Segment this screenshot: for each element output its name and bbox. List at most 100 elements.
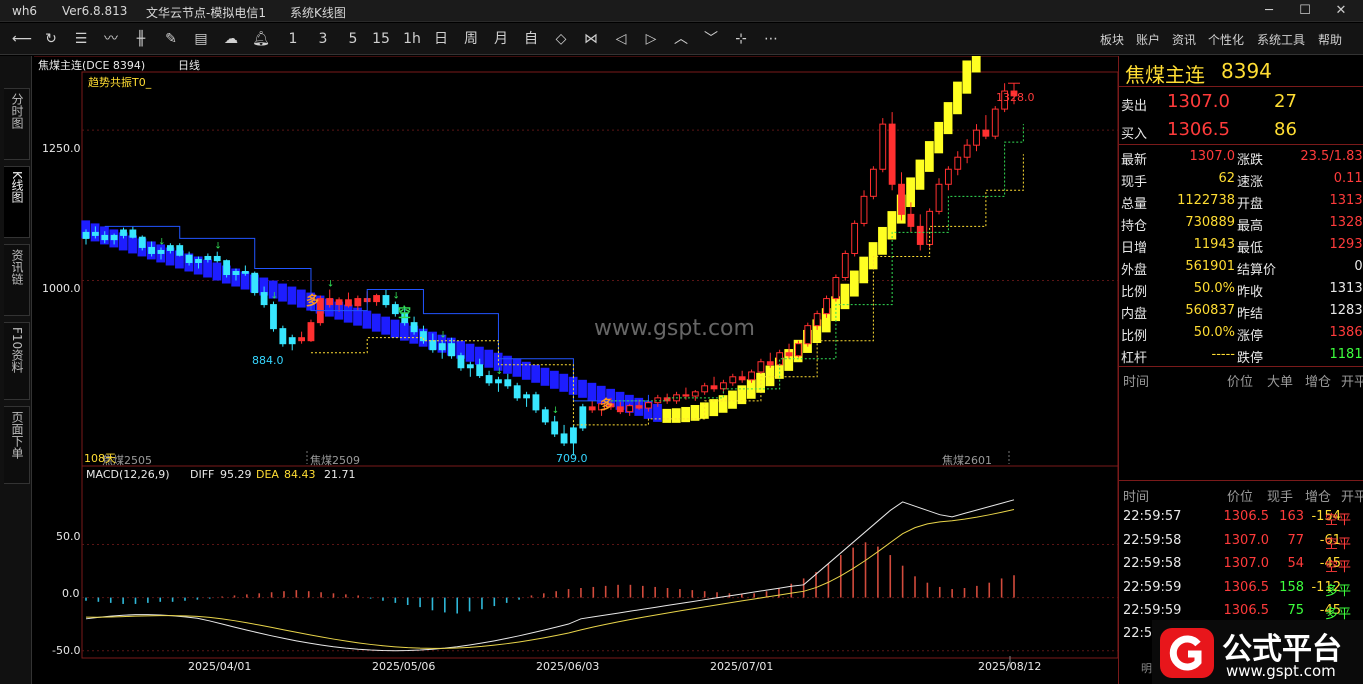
macd-tick-50: 50.0: [56, 530, 81, 543]
minimize-button[interactable]: ─: [1252, 0, 1286, 22]
tick-volume: 75: [1287, 603, 1304, 618]
bars-count: 108天: [84, 452, 116, 465]
tick-row[interactable]: 22:59:58 1307.0 54 -45 空平: [1119, 553, 1363, 575]
logo-url: www.gspt.com: [1226, 662, 1336, 680]
candle-body: [729, 376, 737, 384]
bell-icon[interactable]: 🔔︎: [252, 29, 270, 49]
tab-order-label: 页面下单: [10, 411, 24, 459]
candle-body: [813, 313, 821, 327]
menu-help[interactable]: 帮助: [1318, 31, 1342, 48]
date-tick-0401: 2025/04/01: [188, 660, 252, 673]
refresh-icon[interactable]: ↻: [42, 29, 60, 49]
table-icon[interactable]: ▤: [192, 29, 210, 49]
down-arrow-marker: ↓: [158, 237, 166, 247]
back-icon[interactable]: ⟵: [12, 29, 32, 49]
quote-label: 跌停: [1237, 351, 1264, 366]
quote-label: 内盘: [1121, 307, 1148, 322]
candle-body: [204, 255, 212, 260]
menu-news[interactable]: 资讯: [1172, 31, 1196, 48]
quote-row: 现手 62速涨 0.11%: [1119, 168, 1363, 190]
left-icon[interactable]: ◁: [612, 29, 630, 49]
maximize-button[interactable]: ☐: [1288, 0, 1322, 22]
period-day[interactable]: 日: [432, 29, 450, 49]
tick-row[interactable]: 22:59:57 1306.5 163 -154 空平: [1119, 506, 1363, 528]
candle-body: [438, 343, 446, 351]
bid-row[interactable]: 买入 1306.5 86: [1119, 118, 1363, 144]
quote-label: 外盘: [1121, 263, 1148, 278]
quote-label: 最低: [1237, 241, 1264, 256]
period-5[interactable]: 5: [344, 29, 362, 49]
trend-band-block: [512, 358, 522, 377]
tab-news[interactable]: 资讯链: [4, 244, 30, 316]
candle-body: [110, 234, 118, 241]
quote-label: 昨结: [1237, 307, 1264, 322]
tick-row[interactable]: 22:59:59 1306.5 75 -45 多平: [1119, 600, 1363, 622]
tab-f10-label: F10资料: [10, 327, 24, 374]
cursor-icon[interactable]: ⊹: [732, 29, 750, 49]
zoom-out-icon[interactable]: ⋈: [582, 29, 600, 49]
menu-personalize[interactable]: 个性化: [1208, 31, 1244, 48]
tab-f10[interactable]: F10资料: [4, 322, 30, 400]
line-chart-icon[interactable]: 〰: [102, 29, 120, 49]
quote-value: 50.0%: [1193, 281, 1235, 296]
tick-row[interactable]: 22:59:59 1306.5 158 -112 多平: [1119, 577, 1363, 599]
zoom-in-icon[interactable]: ◇: [552, 29, 570, 49]
candle-body: [973, 129, 980, 146]
kline-icon[interactable]: ╫: [132, 29, 150, 49]
chart-symbol: 焦煤主连(DCE 8394): [38, 59, 146, 72]
macd-dea-value: 84.43: [284, 468, 316, 481]
chart-period-select[interactable]: 日线: [178, 57, 200, 73]
tick-h1-bigorder: 大单: [1267, 375, 1294, 390]
trend-band-block: [915, 159, 925, 190]
cloud-icon[interactable]: ☁: [222, 29, 240, 49]
tick-row[interactable]: 22:59:58 1307.0 77 -61 空平: [1119, 530, 1363, 552]
tick-type: 空平: [1325, 560, 1352, 575]
tick-time: 22:59:58: [1123, 556, 1182, 571]
trend-band-block: [540, 367, 550, 386]
quote-label: 比例: [1121, 285, 1148, 300]
period-1[interactable]: 1: [284, 29, 302, 49]
app-name: wh6: [12, 4, 38, 18]
draw-icon[interactable]: ✎: [162, 29, 180, 49]
more-icon[interactable]: ⋯: [762, 29, 780, 49]
quote-value: 1386.0: [1329, 325, 1363, 340]
tab-ming[interactable]: 明: [1141, 660, 1152, 676]
chart-canvas[interactable]: ↓ ↓ ↓ ↓ ↓ ↓ ↓ ↓: [34, 56, 1118, 684]
menu-tools[interactable]: 系统工具: [1257, 31, 1305, 48]
price-tick-1000: 1000.0: [42, 282, 81, 295]
up-icon[interactable]: ︿: [672, 29, 690, 49]
signal-long-2: 多: [600, 398, 614, 413]
period-15[interactable]: 15: [372, 29, 390, 49]
tab-kline[interactable]: K线图: [4, 166, 30, 238]
list-icon[interactable]: ☰: [72, 29, 90, 49]
candle-body: [382, 295, 390, 306]
ask-row[interactable]: 卖出 1307.0 27: [1119, 90, 1363, 116]
signal-long-1: 多: [306, 294, 320, 309]
bid-volume: 86: [1274, 119, 1297, 140]
kline-chart[interactable]: ↓ ↓ ↓ ↓ ↓ ↓ ↓ ↓ 焦煤主连(DCE 8394) 日线 趋势共振T0_ 1250.…: [34, 56, 1118, 684]
macd-name[interactable]: MACD(12,26,9): [86, 468, 170, 481]
module-name: 系统K线图: [290, 6, 346, 20]
menu-account[interactable]: 账户: [1136, 31, 1160, 48]
tab-timeshare[interactable]: 分时图: [4, 88, 30, 160]
high-annotation: 1328.0: [996, 91, 1035, 104]
candle-body: [963, 144, 971, 158]
indicator-name[interactable]: 趋势共振T0_: [88, 74, 151, 90]
menu-sector[interactable]: 板块: [1100, 31, 1124, 48]
period-1h[interactable]: 1h: [403, 29, 421, 49]
period-month[interactable]: 月: [492, 29, 510, 49]
tick-h2-vol: 现手: [1267, 490, 1294, 505]
down-icon[interactable]: ﹀: [702, 29, 720, 49]
period-week[interactable]: 周: [462, 29, 480, 49]
price-tick-1250: 1250.0: [42, 142, 81, 155]
close-button[interactable]: ✕: [1324, 0, 1358, 22]
tick-h1-time: 时间: [1123, 375, 1150, 390]
period-3[interactable]: 3: [314, 29, 332, 49]
tab-order[interactable]: 页面下单: [4, 406, 30, 484]
candle-body: [645, 402, 652, 409]
candle-body: [682, 394, 690, 397]
candle-body: [570, 427, 577, 444]
period-custom[interactable]: 自: [522, 29, 540, 49]
candle-body: [157, 249, 165, 254]
right-icon[interactable]: ▷: [642, 29, 660, 49]
